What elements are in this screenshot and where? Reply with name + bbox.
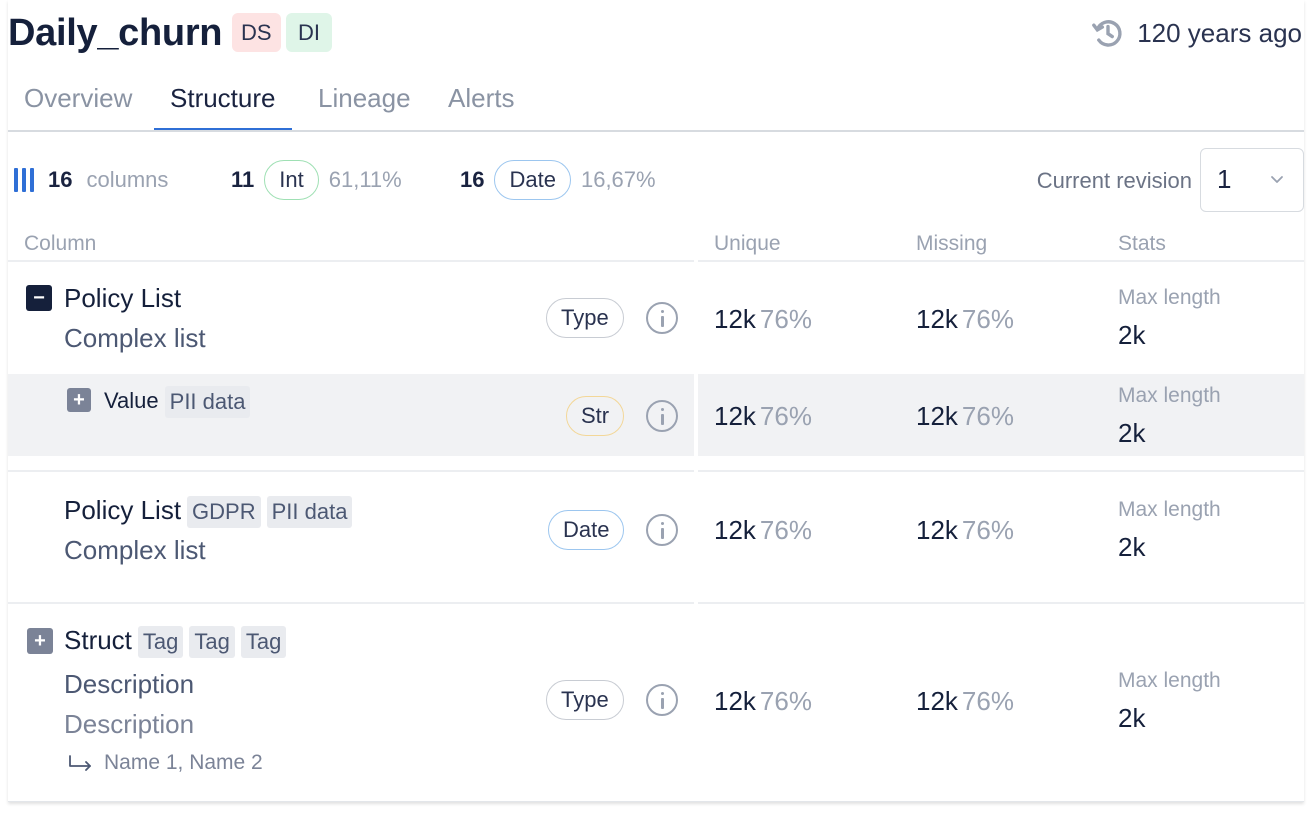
return-arrow-icon bbox=[69, 755, 91, 771]
columns-summary: 16 columns bbox=[14, 160, 168, 200]
revision-select[interactable]: 1 bbox=[1200, 148, 1304, 212]
tag: Tag bbox=[240, 626, 287, 659]
columns-bars-icon bbox=[14, 168, 34, 192]
column-name[interactable]: Struct Tag Tag Tag bbox=[64, 625, 287, 659]
columns-count: 16 bbox=[48, 167, 73, 192]
columns-label: columns bbox=[86, 167, 169, 192]
type-pill: Type bbox=[546, 680, 624, 720]
int-summary: 11 Int 61,11% bbox=[231, 160, 402, 200]
tag: Tag bbox=[189, 626, 235, 659]
column-description: Complex list bbox=[64, 323, 206, 353]
tag-gdpr: GDPR bbox=[187, 496, 261, 529]
tag-pii: PII data bbox=[266, 496, 353, 529]
tab-overview[interactable]: Overview bbox=[8, 80, 148, 130]
date-summary: 16 Date 16,67% bbox=[460, 160, 656, 200]
header-unique: Unique bbox=[714, 232, 781, 255]
stat-value: 2k bbox=[1118, 320, 1146, 350]
plus-square-icon: + bbox=[73, 389, 85, 411]
missing-stat: 12k 76% bbox=[916, 515, 1014, 545]
info-icon[interactable] bbox=[646, 400, 678, 432]
stat-label: Max length bbox=[1118, 669, 1221, 692]
int-percent: 61,11% bbox=[328, 167, 402, 192]
tag-pii: PII data bbox=[164, 386, 251, 418]
header-missing: Missing bbox=[916, 232, 988, 255]
stat-value: 2k bbox=[1118, 418, 1146, 448]
unique-stat: 12k 76% bbox=[714, 304, 812, 334]
header-stats: Stats bbox=[1118, 232, 1166, 255]
unique-stat: 12k 76% bbox=[714, 401, 812, 431]
missing-stat: 12k 76% bbox=[916, 304, 1014, 334]
tab-structure[interactable]: Structure bbox=[154, 80, 292, 130]
type-pill: Type bbox=[546, 298, 624, 338]
column-description: Description bbox=[64, 669, 195, 699]
stat-label: Max length bbox=[1118, 286, 1221, 309]
nested-column-name[interactable]: Value PII data bbox=[104, 386, 251, 418]
info-icon[interactable] bbox=[646, 302, 678, 334]
tag: Tag bbox=[137, 626, 184, 659]
stat-label: Max length bbox=[1118, 384, 1221, 407]
missing-stat: 12k 76% bbox=[916, 401, 1014, 431]
column-references: Name 1, Name 2 bbox=[68, 751, 263, 775]
last-updated: 120 years ago bbox=[1091, 16, 1302, 50]
column-description-secondary: Description bbox=[64, 709, 195, 739]
collapse-toggle[interactable]: − bbox=[26, 285, 52, 311]
dataset-title: Daily_churn bbox=[8, 12, 223, 54]
column-name[interactable]: Policy List GDPR PII data bbox=[64, 495, 353, 529]
tab-lineage[interactable]: Lineage bbox=[302, 80, 427, 130]
timestamp-text: 120 years ago bbox=[1137, 17, 1302, 48]
type-pill: Str bbox=[566, 396, 625, 436]
int-count: 11 bbox=[231, 167, 255, 192]
info-icon[interactable] bbox=[646, 684, 678, 716]
chevron-down-icon bbox=[1271, 176, 1283, 183]
info-icon[interactable] bbox=[646, 514, 678, 546]
stat-value: 2k bbox=[1118, 703, 1146, 733]
badge-di: DI bbox=[286, 13, 332, 52]
type-pill: Date bbox=[548, 510, 625, 550]
header-column: Column bbox=[24, 232, 97, 255]
revision-value: 1 bbox=[1217, 164, 1232, 194]
tab-alerts[interactable]: Alerts bbox=[432, 80, 530, 130]
column-name[interactable]: Policy List bbox=[64, 283, 181, 314]
date-percent: 16,67% bbox=[580, 167, 656, 192]
unique-stat: 12k 76% bbox=[714, 515, 812, 545]
revision-label: Current revision bbox=[1036, 168, 1192, 193]
minus-square-icon: − bbox=[33, 287, 45, 309]
column-description: Complex list bbox=[64, 535, 206, 565]
plus-square-icon: + bbox=[34, 630, 46, 652]
missing-stat: 12k 76% bbox=[916, 686, 1014, 716]
date-type-pill: Date bbox=[494, 160, 571, 200]
date-count: 16 bbox=[460, 167, 485, 192]
expand-toggle[interactable]: + bbox=[67, 388, 91, 412]
expand-toggle[interactable]: + bbox=[27, 628, 53, 654]
int-type-pill: Int bbox=[264, 160, 319, 200]
unique-stat: 12k 76% bbox=[714, 686, 812, 716]
history-clock-icon bbox=[1092, 20, 1122, 47]
stat-value: 2k bbox=[1118, 532, 1146, 562]
stat-label: Max length bbox=[1118, 498, 1221, 521]
badge-ds: DS bbox=[232, 13, 281, 52]
tab-bar: Overview Structure Lineage Alerts bbox=[8, 80, 1304, 132]
